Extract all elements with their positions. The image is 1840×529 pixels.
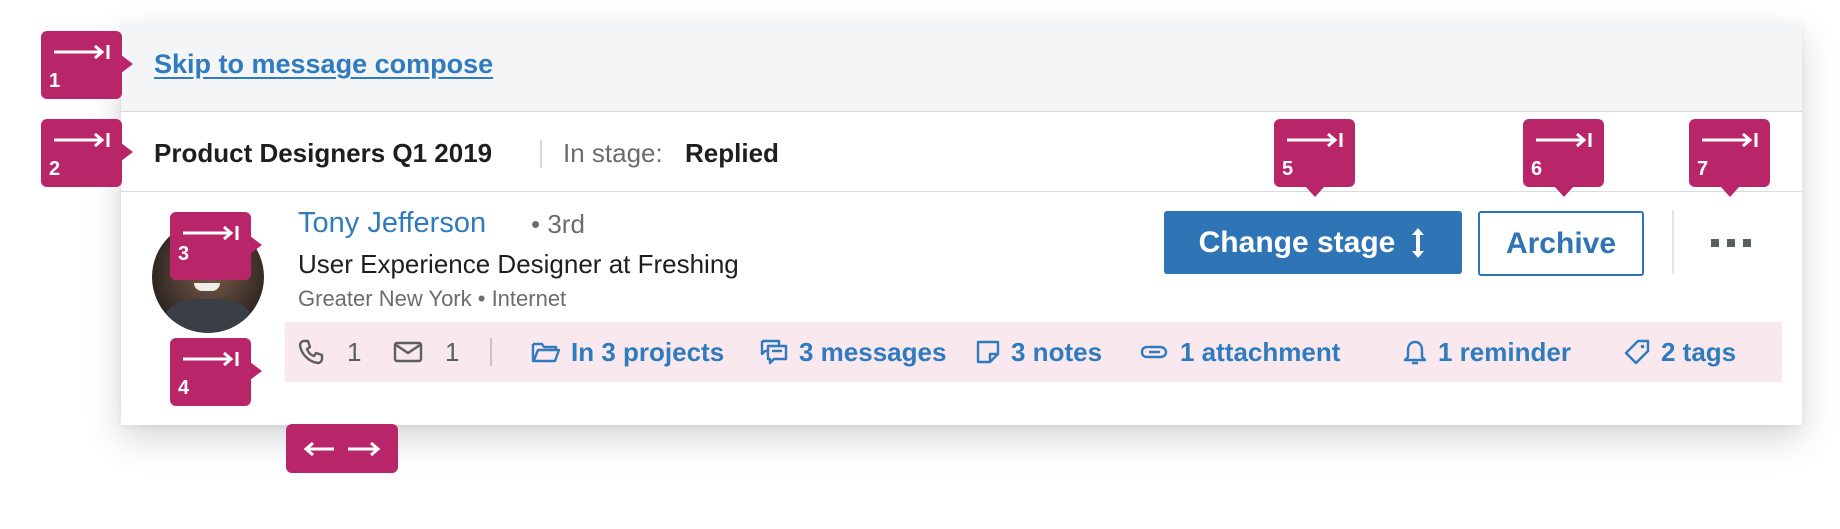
focus-callout-5: 5: [1274, 119, 1355, 197]
stat-tags[interactable]: 2 tags: [1623, 322, 1736, 382]
stat-calls-count: 1: [347, 336, 362, 367]
tab-key-icon: [1536, 132, 1592, 148]
callout-number: 6: [1531, 158, 1543, 180]
focus-callout-7: 7: [1689, 119, 1770, 197]
more-dot: [1727, 239, 1735, 247]
stat-messages[interactable]: 3 messages: [759, 322, 946, 382]
envelope-icon: [393, 341, 423, 363]
stat-projects-label: In 3 projects: [571, 336, 725, 367]
stage-label: In stage:: [563, 138, 663, 168]
paperclip-icon: [1140, 345, 1168, 359]
archive-button[interactable]: Archive: [1478, 211, 1644, 276]
focus-callout-6: 6: [1523, 119, 1604, 197]
skip-bar: Skip to message compose: [121, 22, 1802, 112]
more-dot: [1711, 239, 1719, 247]
connection-degree: • 3rd: [531, 209, 585, 239]
action-divider: [1672, 210, 1674, 274]
avatar-shirt: [164, 299, 252, 333]
skip-to-compose-link[interactable]: Skip to message compose: [154, 49, 493, 80]
focus-callout-2: 2: [41, 119, 133, 187]
stage-value: Replied: [685, 138, 779, 168]
note-icon: [976, 340, 1000, 364]
callout-number: 5: [1282, 158, 1294, 180]
callout-number: 4: [178, 377, 190, 399]
callout-number: 7: [1697, 158, 1709, 180]
stat-reminders[interactable]: 1 reminder: [1402, 322, 1571, 382]
tab-key-icon: [54, 132, 110, 148]
stats-divider: [490, 338, 492, 366]
more-dot: [1743, 239, 1751, 247]
stat-reminders-label: 1 reminder: [1438, 336, 1571, 367]
left-right-arrows-icon: [303, 441, 381, 456]
tab-key-icon: [54, 44, 110, 60]
project-name: Product Designers Q1 2019: [154, 138, 493, 168]
candidate-headline: User Experience Designer at Freshing: [298, 249, 739, 279]
tag-icon: [1624, 339, 1650, 365]
messages-icon: [760, 339, 788, 365]
callout-number: 2: [49, 158, 61, 180]
stat-notes-label: 3 notes: [1011, 336, 1103, 367]
folder-icon: [531, 342, 561, 363]
callout-number: 1: [49, 70, 61, 92]
tab-key-icon: [1287, 132, 1343, 148]
stage-divider: [540, 140, 542, 168]
focus-callout-4: 4: [170, 338, 262, 406]
stat-emails[interactable]: 1: [393, 322, 459, 382]
stat-emails-count: 1: [445, 336, 460, 367]
activity-stats-bar: 1 1 In 3 projects 3 messages 3 notes 1 a…: [285, 322, 1782, 382]
stat-tags-label: 2 tags: [1661, 336, 1737, 367]
focus-callout-1: 1: [41, 31, 133, 99]
bell-icon: [1403, 340, 1427, 365]
stat-projects[interactable]: In 3 projects: [531, 322, 724, 382]
phone-icon: [298, 339, 324, 365]
stat-calls[interactable]: 1: [297, 322, 361, 382]
callout-number: 3: [178, 243, 190, 265]
more-options-button[interactable]: [1700, 220, 1762, 266]
tab-key-icon: [183, 225, 239, 241]
arrow-keys-callout: [286, 424, 398, 473]
candidate-location: Greater New York • Internet: [298, 286, 567, 311]
stat-attachments-label: 1 attachment: [1180, 336, 1341, 367]
stat-attachments[interactable]: 1 attachment: [1138, 322, 1340, 382]
change-stage-label: Change stage: [1198, 225, 1396, 259]
avatar-smile: [194, 283, 220, 291]
stat-notes[interactable]: 3 notes: [975, 322, 1102, 382]
candidate-name-link[interactable]: Tony Jefferson: [298, 207, 486, 240]
tab-key-icon: [183, 351, 239, 367]
focus-callout-3: 3: [170, 212, 262, 280]
up-down-arrows-icon: [1412, 227, 1425, 258]
change-stage-button[interactable]: Change stage: [1164, 211, 1462, 274]
stat-messages-label: 3 messages: [799, 336, 947, 367]
tab-key-icon: [1702, 132, 1758, 148]
